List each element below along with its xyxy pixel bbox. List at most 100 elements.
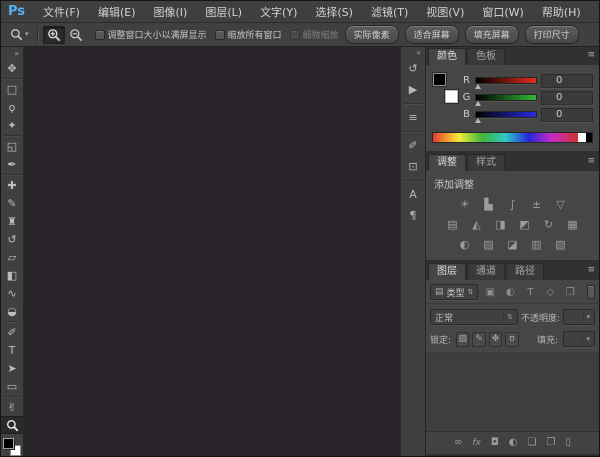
canvas-area[interactable]	[24, 47, 400, 456]
fill-dropdown[interactable]: ▾	[563, 331, 595, 347]
menu-view[interactable]: 视图(V)	[417, 1, 473, 22]
toolbox-collapse-icon[interactable]: »	[1, 48, 23, 59]
menu-type[interactable]: 文字(Y)	[251, 1, 306, 22]
filter-pixel-layers-icon[interactable]: ▣	[482, 284, 498, 300]
fill-screen-button[interactable]: 填充屏幕	[465, 25, 519, 44]
red-slider-thumb[interactable]	[475, 84, 481, 89]
zoom-all-windows-checkbox[interactable]	[215, 30, 225, 40]
lock-image-pixels-icon[interactable]: ✎	[472, 332, 485, 347]
blue-value-field[interactable]: 0	[541, 108, 593, 122]
foreground-color-swatch[interactable]	[3, 438, 14, 449]
filter-type-layers-icon[interactable]: T	[522, 284, 538, 300]
opacity-dropdown[interactable]: ▾	[563, 309, 595, 325]
scrubby-zoom-checkbox[interactable]	[290, 30, 300, 40]
selective-color-icon[interactable]: ▧	[553, 238, 569, 251]
adjustments-panel-menu-icon[interactable]: ≡	[587, 156, 595, 166]
photo-filter-icon[interactable]: ◩	[517, 218, 533, 231]
spectrum-black-swatch[interactable]	[586, 133, 592, 142]
blur-tool[interactable]: ∿	[2, 284, 23, 302]
eraser-tool[interactable]: ▱	[2, 248, 23, 266]
hue-saturation-icon[interactable]: ▤	[445, 218, 461, 231]
path-selection-tool[interactable]: ➤	[2, 359, 23, 377]
print-size-button[interactable]: 打印尺寸	[525, 25, 579, 44]
blend-mode-dropdown[interactable]: 正常 ⇅	[430, 309, 518, 325]
menu-help[interactable]: 帮助(H)	[533, 1, 590, 22]
add-layer-mask-icon[interactable]: ◘	[491, 438, 499, 448]
rectangle-tool[interactable]: ▭	[2, 377, 23, 395]
menu-edit[interactable]: 编辑(E)	[89, 1, 145, 22]
layers-list[interactable]	[426, 353, 599, 431]
zoom-out-button[interactable]	[65, 26, 87, 44]
history-panel-icon[interactable]: ↺	[403, 58, 424, 79]
clone-source-panel-icon[interactable]: ⊡	[403, 156, 424, 177]
actual-pixels-button[interactable]: 实际像素	[345, 25, 399, 44]
rectangular-marquee-tool[interactable]: □	[2, 80, 23, 98]
menu-image[interactable]: 图像(I)	[145, 1, 197, 22]
foreground-color-swatch[interactable]	[432, 72, 447, 87]
quick-selection-tool[interactable]: ✦	[2, 116, 23, 134]
color-spectrum-ramp[interactable]	[432, 132, 593, 143]
red-value-field[interactable]: 0	[541, 74, 593, 88]
menu-file[interactable]: 文件(F)	[34, 1, 89, 22]
spectrum-white-swatch[interactable]	[578, 133, 586, 142]
brightness-contrast-icon[interactable]: ☀	[457, 198, 473, 211]
dock-expand-icon[interactable]: «	[401, 47, 425, 58]
levels-icon[interactable]: ▙	[481, 198, 497, 211]
black-white-icon[interactable]: ◨	[493, 218, 509, 231]
tab-layers[interactable]: 图层	[428, 263, 466, 280]
tab-channels[interactable]: 通道	[467, 263, 505, 280]
menu-filter[interactable]: 滤镜(T)	[362, 1, 417, 22]
zoom-tool-preset-dropdown[interactable]: ▾	[7, 26, 32, 43]
gradient-tool[interactable]: ◧	[2, 266, 23, 284]
zoom-in-button[interactable]	[43, 26, 65, 44]
tab-paths[interactable]: 路径	[506, 263, 544, 280]
blue-slider[interactable]	[475, 111, 537, 118]
character-panel-icon[interactable]: A	[403, 184, 424, 205]
eyedropper-tool[interactable]: ✒	[2, 155, 23, 173]
actions-panel-icon[interactable]: ▶	[403, 79, 424, 100]
channel-mixer-icon[interactable]: ↻	[541, 218, 557, 231]
red-slider[interactable]	[475, 77, 537, 84]
spot-healing-brush-tool[interactable]: ✚	[2, 176, 23, 194]
threshold-icon[interactable]: ◪	[505, 238, 521, 251]
layer-filter-toggle[interactable]	[587, 285, 595, 299]
layers-panel-menu-icon[interactable]: ≡	[587, 265, 595, 275]
clone-stamp-tool[interactable]: ♜	[2, 212, 23, 230]
tab-styles[interactable]: 样式	[467, 154, 505, 171]
hand-tool[interactable]: ✌	[2, 398, 23, 416]
color-lookup-icon[interactable]: ▦	[565, 218, 581, 231]
gradient-map-icon[interactable]: ▥	[529, 238, 545, 251]
fit-screen-button[interactable]: 适合屏幕	[405, 25, 459, 44]
brush-panel-icon[interactable]: ✐	[403, 135, 424, 156]
green-slider-thumb[interactable]	[475, 101, 481, 106]
invert-icon[interactable]: ◐	[457, 238, 473, 251]
curves-icon[interactable]: ∫	[505, 198, 521, 211]
link-layers-icon[interactable]: ∞	[454, 438, 462, 448]
filter-adjustment-layers-icon[interactable]: ◐	[502, 284, 518, 300]
color-balance-icon[interactable]: ◭	[469, 218, 485, 231]
filter-shape-layers-icon[interactable]: ◇	[542, 284, 558, 300]
pen-tool[interactable]: ✐	[2, 323, 23, 341]
tab-color[interactable]: 颜色	[428, 48, 466, 65]
layer-style-icon[interactable]: fx	[472, 439, 481, 448]
spectrum-gradient[interactable]	[433, 133, 578, 142]
paragraph-panel-icon[interactable]: ¶	[403, 205, 424, 226]
properties-panel-icon[interactable]: ≡	[403, 107, 424, 128]
foreground-background-swatches[interactable]	[3, 438, 21, 456]
new-layer-icon[interactable]: ❐	[546, 438, 555, 448]
lock-transparent-pixels-icon[interactable]: ▨	[456, 332, 469, 347]
menu-layer[interactable]: 图层(L)	[196, 1, 251, 22]
new-adjustment-layer-icon[interactable]: ◐	[509, 438, 518, 448]
filter-smart-objects-icon[interactable]: ❒	[562, 284, 578, 300]
menu-select[interactable]: 选择(S)	[306, 1, 362, 22]
filter-kind-dropdown[interactable]: ▤ 类型 ⇅	[430, 284, 478, 300]
menu-window[interactable]: 窗口(W)	[473, 1, 532, 22]
resize-windows-to-fit-checkbox[interactable]	[95, 30, 105, 40]
exposure-icon[interactable]: ±	[529, 198, 545, 211]
blue-slider-thumb[interactable]	[475, 118, 481, 123]
type-tool[interactable]: T	[2, 341, 23, 359]
crop-tool[interactable]: ◱	[2, 137, 23, 155]
new-group-icon[interactable]: ❏	[528, 438, 537, 448]
posterize-icon[interactable]: ▨	[481, 238, 497, 251]
move-tool[interactable]: ✥	[2, 59, 23, 77]
